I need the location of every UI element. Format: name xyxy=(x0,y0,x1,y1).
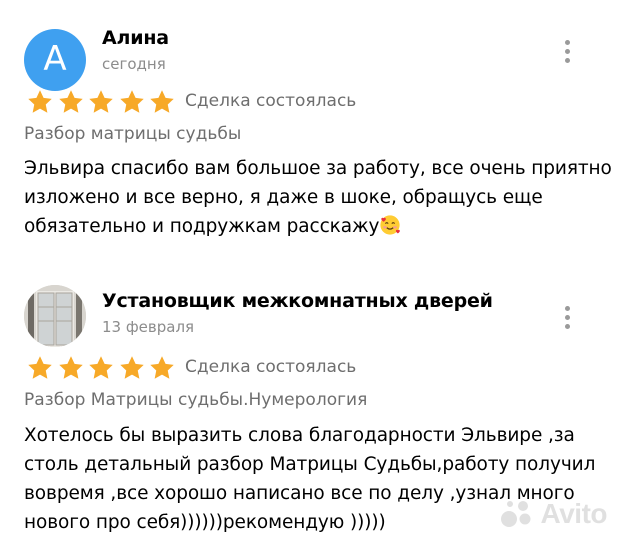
star-icon xyxy=(89,356,113,379)
avatar[interactable]: А xyxy=(24,29,86,91)
review-text-line: изложено и все верно, я даже в шоке, обр… xyxy=(24,187,543,208)
door-photo-icon xyxy=(24,285,86,347)
service-name: Разбор Матрицы судьбы.Нумерология xyxy=(24,390,368,410)
avito-logo-icon xyxy=(501,501,531,527)
avatar[interactable] xyxy=(24,285,86,347)
review-text-line: столь детальный разбор Матрицы Судьбы,ра… xyxy=(24,454,596,475)
review-text-line: Хотелось бы выразить слова благодарности… xyxy=(24,425,575,446)
smiling-face-with-hearts-emoji-icon xyxy=(380,215,401,235)
watermark-text: Avito xyxy=(540,498,608,529)
avito-watermark: Avito xyxy=(499,498,608,530)
rating-stars xyxy=(27,355,180,381)
star-icon xyxy=(58,90,83,113)
deal-status: Сделка состоялась xyxy=(185,357,357,377)
star-icon xyxy=(150,90,174,113)
deal-status: Сделка состоялась xyxy=(185,91,357,111)
review-text: Эльвира спасибо вам большое за работу, в… xyxy=(24,154,612,241)
avatar-letter: А xyxy=(43,39,67,79)
star-icon xyxy=(119,90,144,113)
author-name[interactable]: Алина xyxy=(102,27,169,49)
star-icon xyxy=(58,356,83,379)
star-icon xyxy=(119,356,144,379)
review-text-line: обязательно и подружкам расскажу xyxy=(24,212,604,241)
more-options-icon[interactable] xyxy=(563,306,571,332)
star-icon xyxy=(28,90,52,113)
author-name[interactable]: Установщик межкомнатных дверей xyxy=(102,290,493,312)
more-options-icon[interactable] xyxy=(563,40,571,66)
star-icon xyxy=(150,356,174,379)
review-text-line: Эльвира спасибо вам большое за работу, в… xyxy=(24,158,612,179)
review-text-fragment: обязательно и подружкам расскажу xyxy=(24,216,380,237)
service-name: Разбор матрицы судьбы xyxy=(24,124,242,144)
review-date: 13 февраля xyxy=(102,318,195,336)
star-icon xyxy=(28,356,52,379)
star-icon xyxy=(89,90,113,113)
review-date: сегодня xyxy=(102,55,166,73)
rating-stars xyxy=(27,89,180,115)
